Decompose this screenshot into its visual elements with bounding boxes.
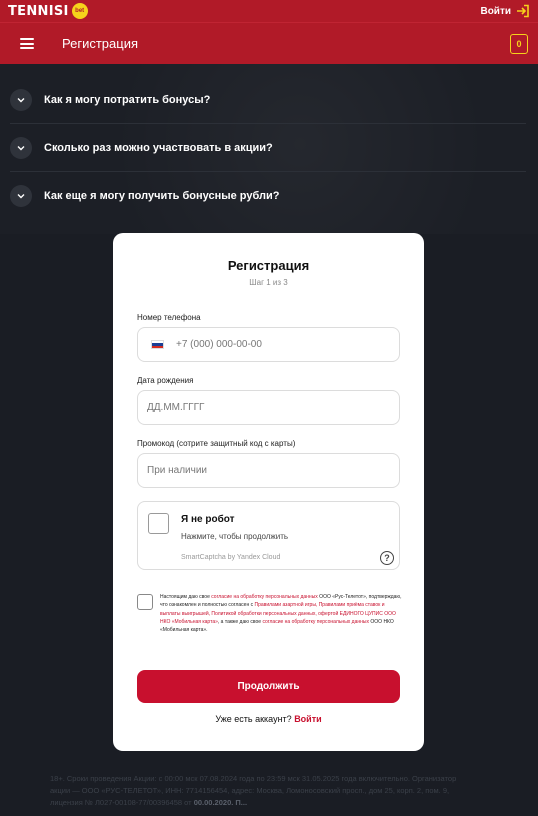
faq-item-spend-bonuses[interactable]: Как я могу потратить бонусы? — [10, 76, 526, 124]
promo-input[interactable]: При наличии — [137, 453, 400, 488]
tennis-ball-icon: bet — [71, 3, 88, 19]
consent-link-personal-data[interactable]: согласие на обработку персональных данны… — [211, 594, 318, 600]
wallet-icon[interactable]: 0 — [510, 34, 528, 54]
consent-link-nko-personal-data[interactable]: согласие на обработку персональных данны… — [262, 619, 369, 625]
phone-label: Номер телефона — [137, 313, 201, 322]
faq-item-participation-count[interactable]: Сколько раз можно участвовать в акции? — [10, 124, 526, 172]
phone-input[interactable]: +7 (000) 000-00-00 — [137, 327, 400, 362]
birth-date-placeholder: ДД.ММ.ГГГГ — [147, 402, 205, 413]
consent-text: Настоящим даю свое согласие на обработку… — [160, 593, 405, 634]
logo-text: TENNISI — [8, 3, 69, 19]
russia-flag-icon — [151, 340, 164, 349]
birth-date-input[interactable]: ДД.ММ.ГГГГ — [137, 390, 400, 425]
captcha-widget: Я не робот Нажмите, чтобы продолжить Sma… — [137, 501, 400, 570]
captcha-brand: SmartCaptcha by Yandex Cloud — [181, 554, 281, 561]
have-account-row: Уже есть аккаунт? Войти — [113, 714, 424, 724]
faq-section: Как я могу потратить бонусы? Сколько раз… — [0, 64, 538, 234]
consent-text-part: , а также даю свое — [217, 618, 263, 625]
faq-question: Сколько раз можно участвовать в акции? — [44, 141, 273, 154]
login-top-button[interactable]: Войти — [480, 4, 530, 18]
chevron-down-icon — [10, 136, 32, 159]
faq-question: Как я могу потратить бонусы? — [44, 93, 211, 106]
footer-text-end: 00.00.2020. П... — [193, 798, 248, 807]
footer-legal-text: 18+. Сроки проведения Акции: с 00:00 мск… — [50, 773, 470, 809]
footer-text: 18+. Сроки проведения Акции: с 00:00 мск… — [50, 774, 457, 807]
captcha-checkbox[interactable] — [148, 513, 169, 534]
page-title: Регистрация — [62, 36, 138, 51]
faq-item-get-bonus-rubles[interactable]: Как еще я могу получить бонусные рубли? — [10, 172, 526, 220]
page-header: Регистрация 0 — [0, 22, 538, 64]
form-title: Регистрация — [227, 258, 310, 273]
promo-label: Промокод (сотрите защитный код с карты) — [137, 439, 296, 448]
consent-text-part: Настоящим даю свое — [160, 594, 212, 600]
chevron-down-icon — [10, 185, 32, 207]
consent-checkbox[interactable] — [137, 594, 153, 610]
top-bar: TENNISI bet Войти — [0, 0, 538, 22]
phone-placeholder: +7 (000) 000-00-00 — [176, 339, 262, 350]
login-arrow-icon — [517, 4, 529, 18]
help-icon[interactable]: ? — [380, 551, 394, 565]
captcha-title: Я не робот — [181, 514, 235, 525]
registration-card: Регистрация Шаг 1 из 3 Номер телефона +7… — [113, 233, 424, 751]
logo[interactable]: TENNISI bet — [8, 3, 88, 19]
login-link[interactable]: Войти — [294, 714, 321, 724]
form-step: Шаг 1 из 3 — [249, 278, 288, 287]
chevron-down-icon — [10, 88, 32, 111]
have-account-text: Уже есть аккаунт? — [215, 714, 292, 724]
login-top-label: Войти — [480, 5, 511, 17]
birth-date-label: Дата рождения — [137, 376, 194, 385]
captcha-subtitle: Нажмите, чтобы продолжить — [181, 532, 289, 541]
faq-question: Как еще я могу получить бонусные рубли? — [44, 190, 280, 202]
promo-placeholder: При наличии — [147, 465, 207, 476]
continue-button[interactable]: Продолжить — [137, 670, 400, 703]
hamburger-menu-icon[interactable] — [20, 38, 34, 49]
